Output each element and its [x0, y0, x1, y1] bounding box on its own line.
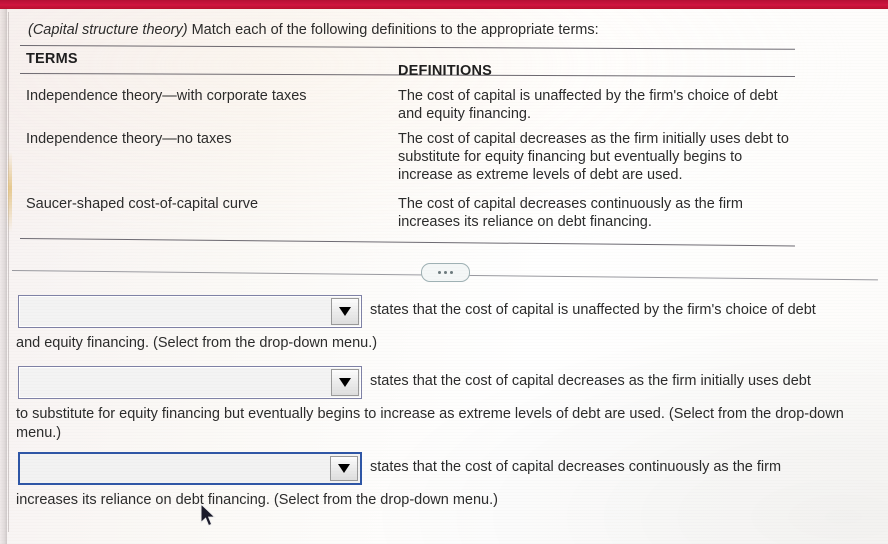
table-row: Independence theory—no taxes [26, 131, 232, 147]
screen-capture: (Capital structure theory) Match each of… [0, 0, 888, 544]
answer-tail-text-3: increases its reliance on debt financing… [16, 492, 498, 508]
table-rule-bottom [19, 238, 795, 247]
chevron-down-icon [338, 464, 350, 473]
table-row: The cost of capital decreases as the fir… [398, 131, 789, 183]
table-row: Independence theory—with corporate taxes [26, 88, 307, 104]
question-prompt: (Capital structure theory) Match each of… [28, 21, 848, 39]
answer-dropdown-1-toggle[interactable] [331, 298, 359, 325]
answer-dropdown-1-value [19, 296, 331, 327]
answer-tail-text-1: and equity financing. (Select from the d… [16, 335, 378, 351]
question-content: (Capital structure theory) Match each of… [0, 9, 888, 544]
answer-dropdown-3[interactable] [18, 452, 362, 485]
ellipsis-dot-icon [450, 271, 453, 274]
answer-dropdown-3-toggle[interactable] [330, 456, 358, 481]
chevron-down-icon [339, 378, 351, 387]
table-rule-top [19, 45, 795, 50]
answer-dropdown-2-value [19, 367, 331, 398]
table-row: Saucer-shaped cost-of-capital curve [26, 196, 259, 212]
prompt-instruction: Match each of the following definitions … [187, 22, 599, 38]
answer-lead-text-3: states that the cost of capital decrease… [370, 459, 782, 475]
ellipsis-dot-icon [438, 271, 441, 274]
answer-dropdown-2-toggle[interactable] [331, 369, 359, 396]
answer-dropdown-1[interactable] [18, 295, 362, 328]
answer-lead-text-1: states that the cost of capital is unaff… [370, 302, 816, 318]
app-top-bar [0, 0, 888, 9]
answer-dropdown-3-value [20, 454, 330, 483]
answer-dropdown-2[interactable] [18, 366, 362, 399]
prompt-topic-italic: (Capital structure theory) [28, 22, 188, 38]
chevron-down-icon [339, 307, 351, 316]
section-divider [11, 262, 878, 284]
answer-lead-text-2: states that the cost of capital decrease… [370, 373, 811, 389]
column-header-terms: TERMS [26, 51, 78, 67]
answer-tail-text-2: to substitute for equity financing but e… [16, 406, 844, 441]
ellipsis-dot-icon [444, 271, 447, 274]
table-row: The cost of capital is unaffected by the… [398, 88, 778, 122]
expand-ellipsis-button[interactable] [421, 263, 470, 282]
column-header-definitions: DEFINITIONS [398, 63, 493, 79]
app-top-bar-gradient [0, 0, 888, 9]
table-row: The cost of capital decreases continuous… [398, 196, 743, 230]
